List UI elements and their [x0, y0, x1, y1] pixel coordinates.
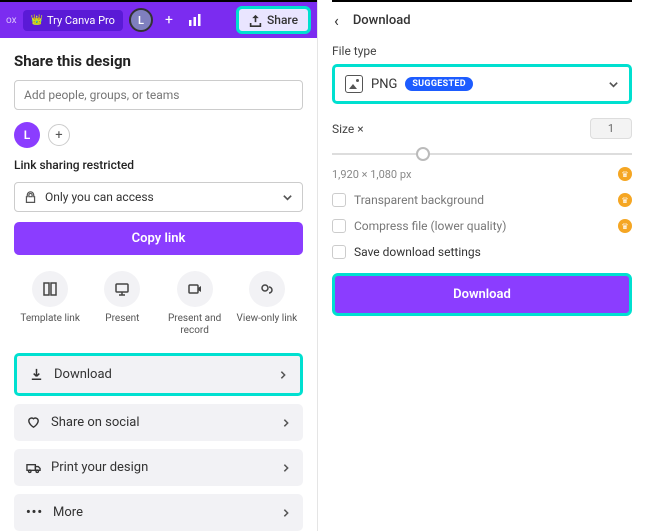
file-type-select[interactable]: PNG SUGGESTED: [332, 64, 632, 104]
checkbox-icon: [332, 193, 346, 207]
add-person-button[interactable]: +: [48, 124, 70, 146]
download-title: Download: [353, 13, 411, 28]
avatar[interactable]: L: [129, 8, 153, 32]
view-only-action[interactable]: View-only link: [233, 271, 301, 337]
chevron-right-icon: [281, 508, 291, 518]
present-icon: [114, 281, 130, 297]
present-record-action[interactable]: Present and record: [161, 271, 229, 337]
chevron-right-icon: [281, 463, 291, 473]
share-button[interactable]: Share: [236, 6, 311, 34]
link-restricted-label: Link sharing restricted: [14, 158, 303, 172]
compress-option[interactable]: Compress file (lower quality) ♛: [332, 219, 632, 233]
size-label: Size ×: [332, 122, 364, 136]
brand-suffix: ox: [6, 15, 17, 26]
slider-handle[interactable]: [416, 147, 430, 161]
download-button[interactable]: Download: [332, 273, 632, 316]
quick-actions: Template link Present Present and record…: [14, 271, 303, 337]
topbar: ox Try Canva Pro L + Share: [0, 0, 317, 38]
back-button[interactable]: ‹: [332, 11, 341, 30]
share-panel: ox Try Canva Pro L + Share Share this de…: [0, 0, 318, 531]
chevron-down-icon: [282, 192, 293, 203]
suggested-badge: SUGGESTED: [405, 77, 473, 91]
image-icon: [345, 75, 363, 93]
chevron-down-icon: [608, 79, 619, 90]
checkbox-icon: [332, 219, 346, 233]
share-people-input[interactable]: [14, 80, 303, 110]
copy-link-button[interactable]: Copy link: [14, 222, 303, 255]
owner-avatar[interactable]: L: [14, 122, 40, 148]
truck-icon: [26, 460, 41, 475]
file-type-label: File type: [332, 44, 632, 58]
checkbox-icon: [332, 245, 346, 259]
lock-icon: [24, 191, 37, 204]
more-option[interactable]: ••• More: [14, 494, 303, 531]
present-record-icon: [187, 281, 203, 297]
download-icon: [29, 367, 44, 382]
more-icon: •••: [26, 505, 43, 520]
download-option[interactable]: Download: [14, 353, 303, 396]
download-panel: ‹ Download File type PNG SUGGESTED Size …: [318, 0, 646, 531]
access-select[interactable]: Only you can access: [14, 182, 303, 212]
save-settings-option[interactable]: Save download settings: [332, 245, 632, 259]
heart-icon: [26, 415, 41, 430]
chevron-right-icon: [278, 370, 288, 380]
dimensions-label: 1,920 × 1,080 px: [332, 168, 411, 181]
try-canva-pro-button[interactable]: Try Canva Pro: [23, 10, 123, 31]
pro-badge-icon: ♛: [618, 167, 632, 181]
share-icon: [249, 14, 262, 27]
insights-icon[interactable]: [185, 10, 205, 30]
share-title: Share this design: [14, 52, 303, 70]
template-link-icon: [42, 281, 58, 297]
add-icon[interactable]: +: [159, 10, 179, 30]
pro-badge-icon: ♛: [618, 219, 632, 233]
print-option[interactable]: Print your design: [14, 449, 303, 486]
template-link-action[interactable]: Template link: [16, 271, 84, 337]
pro-badge-icon: ♛: [618, 193, 632, 207]
present-action[interactable]: Present: [88, 271, 156, 337]
chevron-right-icon: [281, 418, 291, 428]
share-social-option[interactable]: Share on social: [14, 404, 303, 441]
size-multiplier-input[interactable]: [590, 118, 632, 139]
view-only-icon: [259, 281, 275, 297]
transparent-bg-option[interactable]: Transparent background ♛: [332, 193, 632, 207]
size-slider[interactable]: [332, 145, 632, 163]
